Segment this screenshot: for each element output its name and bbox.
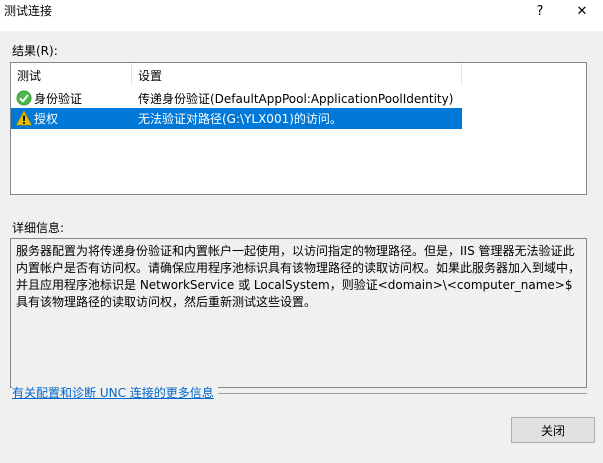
close-button[interactable]: 关闭 xyxy=(511,417,595,443)
column-header-test[interactable]: 测试 xyxy=(17,67,41,84)
success-check-icon xyxy=(16,90,32,106)
results-label: 结果(R): xyxy=(12,44,58,58)
list-item-name: 身份验证 xyxy=(34,92,83,106)
window-title: 测试连接 xyxy=(4,4,53,18)
window-close-button[interactable]: ✕ xyxy=(563,0,601,22)
unc-more-info-link[interactable]: 有关配置和诊断 UNC 连接的更多信息 xyxy=(12,384,218,401)
list-item-setting: 无法验证对路径(G:\YLX001)的访问。 xyxy=(138,112,342,126)
details-label: 详细信息: xyxy=(12,221,65,235)
divider xyxy=(217,393,587,394)
results-list[interactable]: 测试 设置 身份验证 传递身份验证(DefaultAppPool:Applica… xyxy=(10,62,587,195)
list-header: 测试 设置 xyxy=(11,63,462,86)
list-item-setting: 传递身份验证(DefaultAppPool:ApplicationPoolIde… xyxy=(138,92,454,106)
column-separator[interactable] xyxy=(131,63,132,86)
more-info-link-row: 有关配置和诊断 UNC 连接的更多信息 xyxy=(12,384,587,401)
test-connection-dialog: 测试连接 ? ✕ 结果(R): 测试 设置 身份验证 传递身份验证(Defaul… xyxy=(0,0,603,463)
list-item-name: 授权 xyxy=(34,112,59,126)
details-text-box[interactable]: 服务器配置为将传递身份验证和内置帐户一起使用，以访问指定的物理路径。但是，IIS… xyxy=(10,238,587,388)
column-header-setting[interactable]: 设置 xyxy=(138,67,162,84)
help-button[interactable]: ? xyxy=(521,0,559,22)
warning-icon xyxy=(16,110,32,126)
list-item-authorization[interactable]: 授权 无法验证对路径(G:\YLX001)的访问。 xyxy=(11,108,462,129)
title-bar: 测试连接 ? ✕ xyxy=(0,0,603,31)
list-item-authentication[interactable]: 身份验证 传递身份验证(DefaultAppPool:ApplicationPo… xyxy=(11,88,462,109)
column-separator[interactable] xyxy=(461,63,462,86)
